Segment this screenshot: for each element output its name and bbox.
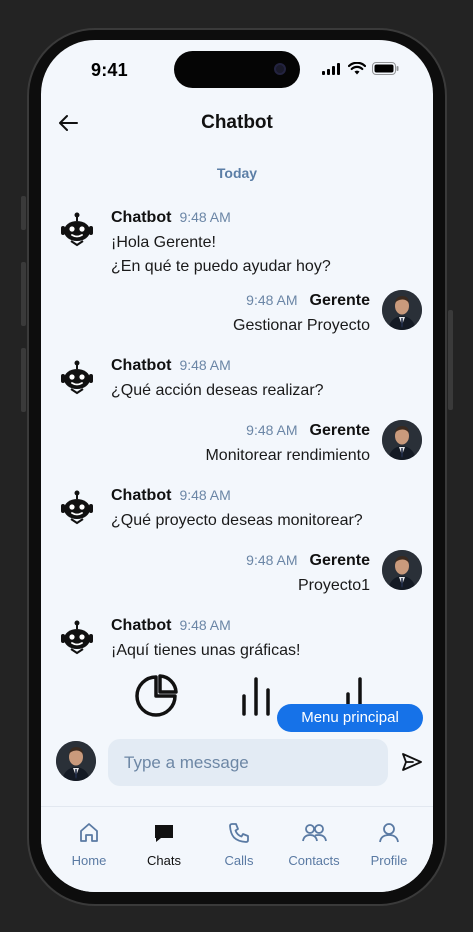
message-sender: Gerente (309, 422, 370, 439)
tab-calls[interactable]: Calls (202, 821, 276, 868)
battery-icon (372, 62, 399, 75)
message-time: 9:48 AM (179, 487, 231, 503)
message-bot-1: Chatbot 9:48 AM ¡Hola Gerente! ¿En qué te… (111, 209, 331, 277)
date-divider: Today (216, 165, 258, 181)
avatar (382, 420, 422, 460)
chat-icon (155, 825, 173, 842)
page-title: Chatbot (201, 112, 273, 133)
message-sender: Chatbot (111, 357, 172, 374)
message-text: Monitorear rendimiento (205, 447, 370, 464)
status-icons (322, 62, 399, 75)
tab-label: Chats (147, 853, 181, 868)
bar-chart-icon[interactable] (239, 676, 273, 716)
message-time: 9:48 AM (246, 422, 298, 438)
message-time: 9:48 AM (246, 552, 298, 568)
tab-label: Contacts (288, 853, 340, 868)
chatbot-avatar-icon (61, 620, 93, 655)
message-sender: Chatbot (111, 617, 172, 634)
power-button (448, 310, 453, 410)
message-input[interactable]: Type a message (108, 739, 388, 786)
message-sender: Chatbot (111, 209, 172, 226)
message-text: Gestionar Proyecto (233, 317, 370, 334)
message-time: 9:48 AM (179, 357, 231, 373)
tab-label: Profile (370, 853, 408, 868)
screen: 9:41 Chatbot Today Chatbot 9:48 AM ¡Hola … (41, 40, 433, 892)
camera-icon (274, 63, 286, 75)
avatar (382, 550, 422, 590)
pie-chart-icon[interactable] (133, 673, 179, 719)
contacts-icon (302, 824, 327, 842)
message-text: ¿Qué acción deseas realizar? (111, 382, 324, 399)
chatbot-avatar-icon (61, 360, 93, 395)
volume-down-button (21, 348, 26, 412)
phone-icon (229, 823, 249, 843)
message-bot-2: Chatbot 9:48 AM ¿Qué acción deseas realiz… (111, 357, 324, 401)
mute-switch (21, 196, 26, 230)
tab-label: Calls (224, 853, 254, 868)
message-time: 9:48 AM (179, 617, 231, 633)
dynamic-island (174, 51, 300, 88)
message-sender: Gerente (309, 292, 370, 309)
chat-header: Chatbot (41, 100, 433, 150)
status-bar: 9:41 (41, 40, 433, 100)
tab-bar: Home Chats Calls Contacts Profile (41, 806, 433, 892)
chatbot-avatar-icon (61, 212, 93, 247)
message-text: ¡Aquí tienes unas gráficas! (111, 642, 301, 659)
status-time: 9:41 (91, 60, 128, 80)
home-icon (80, 823, 98, 842)
volume-up-button (21, 262, 26, 326)
avatar (382, 290, 422, 330)
wifi-icon (348, 62, 366, 75)
message-bot-3: Chatbot 9:48 AM ¿Qué proyecto deseas moni… (111, 487, 363, 531)
message-user-3: 9:48 AM Gerente Proyecto1 (246, 552, 370, 596)
message-text: ¿En qué te puedo ayudar hoy? (111, 258, 331, 275)
message-sender: Chatbot (111, 487, 172, 504)
message-text: ¿Qué proyecto deseas monitorear? (111, 512, 363, 529)
send-icon[interactable] (401, 751, 423, 773)
message-text: Proyecto1 (297, 577, 370, 594)
tab-label: Home (71, 853, 107, 868)
cellular-signal-icon (322, 62, 340, 75)
message-time: 9:48 AM (179, 209, 231, 225)
message-composer: Type a message (41, 736, 433, 794)
message-time: 9:48 AM (246, 292, 298, 308)
tab-profile[interactable]: Profile (352, 821, 426, 868)
tab-contacts[interactable]: Contacts (277, 821, 351, 868)
message-bot-4: Chatbot 9:48 AM ¡Aquí tienes unas gráfica… (111, 617, 300, 661)
message-sender: Gerente (309, 552, 370, 569)
message-text: ¡Hola Gerente! (111, 234, 216, 251)
message-user-2: 9:48 AM Gerente Monitorear rendimiento (205, 422, 370, 466)
avatar (56, 741, 96, 781)
message-user-1: 9:48 AM Gerente Gestionar Proyecto (233, 292, 370, 336)
main-menu-button[interactable]: Menu principal (277, 704, 423, 732)
chatbot-avatar-icon (61, 490, 93, 525)
tab-home[interactable]: Home (52, 821, 126, 868)
profile-icon (379, 823, 399, 843)
tab-chats[interactable]: Chats (127, 821, 201, 868)
